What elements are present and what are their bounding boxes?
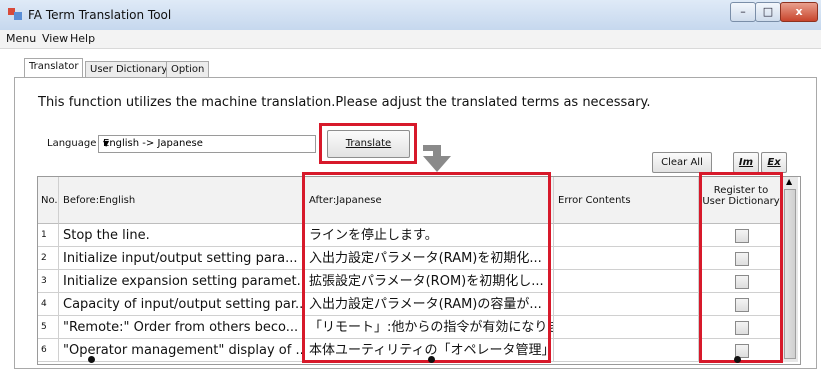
translate-button[interactable]: Translate xyxy=(327,130,410,158)
callout-dot xyxy=(734,356,741,363)
clear-all-button[interactable]: Clear All xyxy=(652,152,712,173)
table-cell-error[interactable] xyxy=(554,339,699,362)
header-no-label: No. xyxy=(41,195,58,206)
minimize-button[interactable]: – xyxy=(730,2,756,22)
table-cell-error[interactable] xyxy=(554,247,699,270)
table-cell-no: 2 xyxy=(38,247,59,270)
table-cell-error[interactable] xyxy=(554,316,699,339)
menu-bar: Menu View Help xyxy=(0,30,821,49)
callout-dot xyxy=(428,356,435,363)
table-cell-error[interactable] xyxy=(554,270,699,293)
close-button[interactable]: x xyxy=(780,2,818,22)
import-button[interactable]: Im xyxy=(733,152,759,173)
table-cell-before[interactable]: Capacity of input/output setting par... xyxy=(59,293,305,316)
menu-item-help[interactable]: Help xyxy=(70,32,95,45)
arrow-down-icon xyxy=(423,145,451,172)
app-window: FA Term Translation Tool – □ x Menu View… xyxy=(0,0,821,369)
table-cell-before[interactable]: Initialize expansion setting paramet... xyxy=(59,270,305,293)
app-icon xyxy=(8,8,22,20)
table-cell-no: 5 xyxy=(38,316,59,339)
header-before[interactable]: Before:English xyxy=(59,177,305,224)
menu-item-view[interactable]: View xyxy=(42,32,68,45)
language-label: Language xyxy=(47,138,97,149)
tab-translator[interactable]: Translator xyxy=(24,58,84,78)
title-bar: FA Term Translation Tool – □ x xyxy=(0,0,821,31)
table-cell-no: 4 xyxy=(38,293,59,316)
table-cell-no: 3 xyxy=(38,270,59,293)
callout-dot xyxy=(88,356,95,363)
vertical-scrollbar[interactable]: ▲ xyxy=(781,177,798,362)
register-column-highlight xyxy=(699,172,783,363)
window-title: FA Term Translation Tool xyxy=(28,8,172,22)
scrollbar-thumb[interactable] xyxy=(784,189,796,359)
header-error[interactable]: Error Contents xyxy=(554,177,699,224)
after-column-highlight xyxy=(302,172,551,363)
table-cell-no: 1 xyxy=(38,224,59,247)
header-before-label: Before:English xyxy=(63,195,136,206)
table-cell-error[interactable] xyxy=(554,224,699,247)
table-cell-error[interactable] xyxy=(554,293,699,316)
export-button[interactable]: Ex xyxy=(761,152,787,173)
header-no[interactable]: No. xyxy=(38,177,59,224)
scroll-up-icon[interactable]: ▲ xyxy=(786,177,792,186)
header-error-label: Error Contents xyxy=(558,195,631,206)
translate-button-label: Translate xyxy=(345,138,392,149)
language-select[interactable]: English -> Japanese ▼ xyxy=(98,135,316,153)
chevron-down-icon: ▼ xyxy=(103,139,110,148)
table-cell-before[interactable]: "Operator management" display of ... xyxy=(59,339,305,362)
menu-item-menu[interactable]: Menu xyxy=(6,32,36,45)
table-cell-before[interactable]: Initialize input/output setting para... xyxy=(59,247,305,270)
maximize-button[interactable]: □ xyxy=(755,2,781,22)
description-text: This function utilizes the machine trans… xyxy=(38,95,651,110)
table-cell-no: 6 xyxy=(38,339,59,362)
table-cell-before[interactable]: Stop the line. xyxy=(59,224,305,247)
table-cell-before[interactable]: "Remote:" Order from others beco... xyxy=(59,316,305,339)
